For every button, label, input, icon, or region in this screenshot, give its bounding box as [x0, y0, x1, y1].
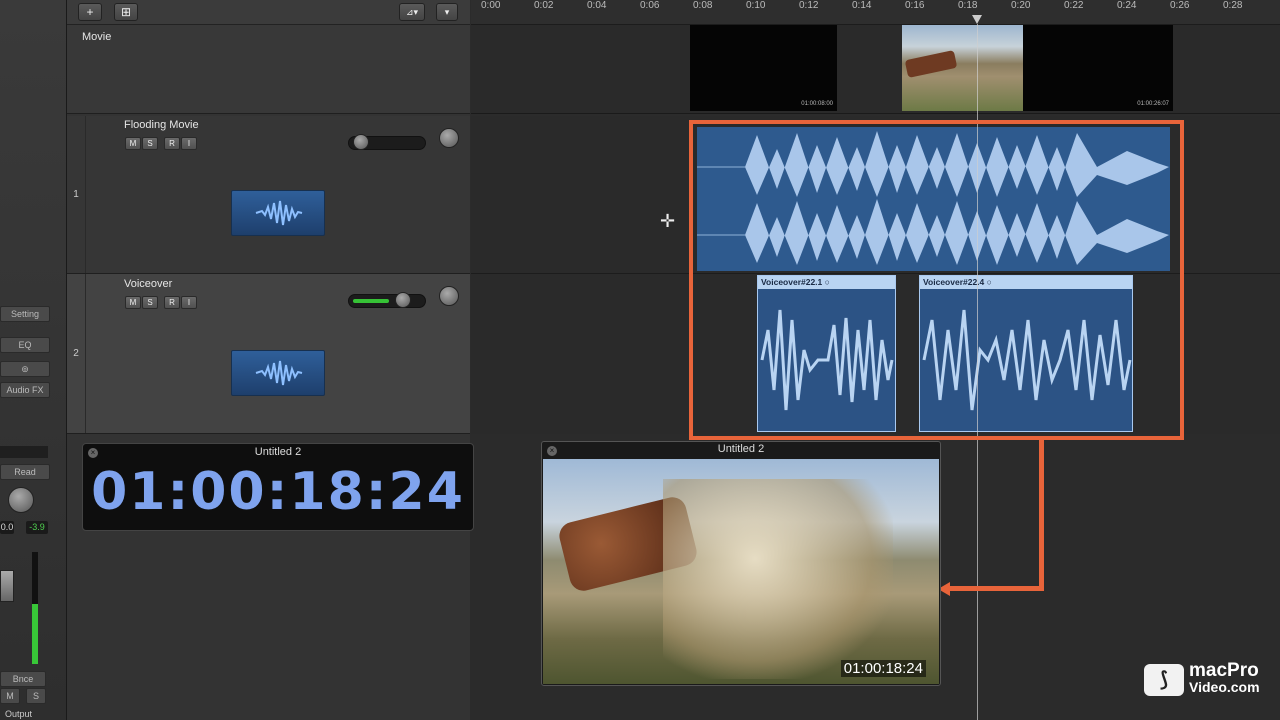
- ruler-tick: 0:06: [640, 0, 660, 11]
- highlight-box: [689, 120, 1184, 440]
- timecode-window[interactable]: × Untitled 2 01:00:18:24: [82, 443, 474, 531]
- automation-mode-button[interactable]: Read: [0, 464, 50, 480]
- ruler-tick: 0:22: [1064, 0, 1084, 11]
- inspector-strip: Setting EQ ⊚ Audio FX Read 0.0 -3.9 Bnce…: [0, 0, 67, 720]
- volume-slider[interactable]: [348, 292, 426, 308]
- track-number: 2: [73, 348, 79, 359]
- volume-slider-fill: [353, 299, 389, 303]
- waveform-icon: [231, 190, 325, 236]
- ruler-tick: 0:08: [693, 0, 713, 11]
- ruler-tick: 0:02: [534, 0, 554, 11]
- volume-readout: 0.0: [0, 521, 14, 534]
- brand-logo-icon: ⟆: [1144, 664, 1184, 696]
- filter-icon[interactable]: ⊿▾: [399, 3, 425, 21]
- ruler-tick: 0:04: [587, 0, 607, 11]
- movie-track-lane: 01:00:08:00 01:00:26:07: [471, 25, 1280, 114]
- ruler-tick: 0:16: [905, 0, 925, 11]
- mute-button[interactable]: M: [125, 137, 141, 150]
- setting-button[interactable]: Setting: [0, 306, 50, 322]
- ruler-tick: 0:10: [746, 0, 766, 11]
- window-title: Untitled 2: [254, 446, 302, 458]
- movie-track-header[interactable]: Movie: [67, 25, 470, 114]
- crosshair-cursor: ✛: [660, 211, 676, 231]
- ruler-tick: 0:14: [852, 0, 872, 11]
- ruler-tick: 0:12: [799, 0, 819, 11]
- track-toolbar: + ⊞ ⊿▾ ▾: [67, 0, 470, 25]
- waveform-icon: [231, 350, 325, 396]
- timecode-display: 01:00:18:24: [91, 462, 465, 522]
- mute-button[interactable]: M: [0, 688, 20, 704]
- video-timecode: 01:00:18:24: [840, 660, 926, 677]
- solo-button[interactable]: S: [142, 137, 158, 150]
- movie-thumbnail[interactable]: [902, 25, 1023, 111]
- volume-slider-handle[interactable]: [353, 134, 369, 150]
- eq-button[interactable]: EQ: [0, 337, 50, 353]
- brand-wordmark: macPro Video.com: [1189, 660, 1260, 695]
- ruler-tick: 0:26: [1170, 0, 1190, 11]
- volume-slider-handle[interactable]: [395, 292, 411, 308]
- water-spray: [663, 479, 893, 679]
- track-header-1[interactable]: 1 Flooding Movie M S R I: [67, 116, 470, 274]
- record-enable-button[interactable]: R: [164, 137, 180, 150]
- callout-line: [950, 586, 1044, 591]
- pan-knob[interactable]: [439, 286, 459, 306]
- group-slot[interactable]: [0, 446, 48, 458]
- track-header-2[interactable]: 2 Voiceover M S R I: [67, 274, 470, 434]
- add-folder-button[interactable]: ⊞: [114, 3, 138, 21]
- thumbnail-timecode: 01:00:08:00: [801, 101, 833, 107]
- track-name: Voiceover: [124, 278, 173, 290]
- callout-line: [1039, 440, 1044, 590]
- ruler-tick: 0:00: [481, 0, 501, 11]
- thumbnail-timecode: 01:00:26:07: [1137, 101, 1169, 107]
- solo-button[interactable]: S: [26, 688, 46, 704]
- playhead-handle[interactable]: [972, 15, 982, 24]
- chevron-down-icon[interactable]: ▾: [436, 3, 458, 21]
- input-monitor-button[interactable]: I: [181, 296, 197, 309]
- movie-thumbnail[interactable]: 01:00:26:07: [1023, 25, 1173, 111]
- link-icon[interactable]: ⊚: [0, 361, 50, 377]
- ruler-tick: 0:28: [1223, 0, 1243, 11]
- window-title: Untitled 2: [717, 443, 765, 455]
- ruler-tick: 0:18: [958, 0, 978, 11]
- track-name: Flooding Movie: [124, 119, 199, 131]
- video-frame: [543, 459, 939, 684]
- movie-thumbnail[interactable]: 01:00:08:00: [690, 25, 837, 111]
- movie-window[interactable]: × Untitled 2 01:00:18:24: [541, 441, 941, 686]
- bounce-button[interactable]: Bnce: [0, 671, 46, 687]
- solo-button[interactable]: S: [142, 296, 158, 309]
- volume-fader[interactable]: [0, 570, 14, 602]
- add-track-button[interactable]: +: [78, 3, 102, 21]
- ruler-tick: 0:20: [1011, 0, 1031, 11]
- peak-readout: -3.9: [26, 521, 48, 534]
- timeline-ruler[interactable]: 0:00 0:02 0:04 0:06 0:08 0:10 0:12 0:14 …: [471, 0, 1280, 25]
- pan-knob[interactable]: [8, 487, 34, 513]
- output-label: Output: [5, 709, 33, 719]
- pan-knob[interactable]: [439, 128, 459, 148]
- record-enable-button[interactable]: R: [164, 296, 180, 309]
- level-meter: [32, 552, 38, 664]
- movie-track-label: Movie: [82, 31, 112, 43]
- level-meter-fill: [32, 604, 38, 664]
- volume-slider[interactable]: [348, 134, 426, 150]
- audio-fx-button[interactable]: Audio FX: [0, 382, 50, 398]
- track-number: 1: [73, 189, 79, 200]
- mute-button[interactable]: M: [125, 296, 141, 309]
- ruler-tick: 0:24: [1117, 0, 1137, 11]
- input-monitor-button[interactable]: I: [181, 137, 197, 150]
